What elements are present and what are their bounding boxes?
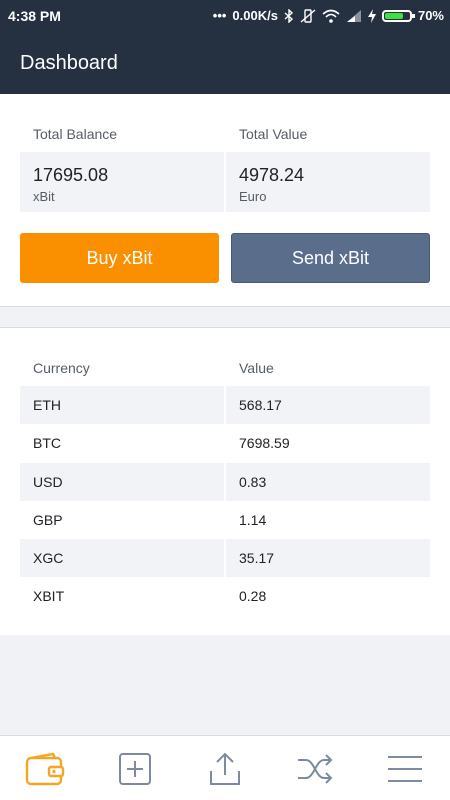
value-cell: 35.17	[226, 539, 430, 577]
app-bar: Dashboard	[0, 34, 450, 94]
currency-cell: ETH	[20, 386, 224, 424]
wallet-icon	[25, 752, 65, 785]
status-bar: 4:38 PM ••• 0.00K/s 70%	[0, 0, 450, 34]
charging-icon	[367, 8, 376, 23]
menu-icon	[388, 755, 422, 782]
nav-exchange[interactable]	[270, 736, 360, 800]
table-row: XGC 35.17	[20, 539, 430, 577]
currency-header: Currency	[33, 360, 90, 376]
currency-cell: GBP	[33, 512, 63, 528]
value-box: 4978.24 Euro	[226, 152, 430, 212]
page-title: Dashboard	[20, 52, 118, 74]
value-header: Value	[239, 360, 274, 376]
upload-icon	[210, 752, 240, 785]
table-row: GBP 1.14	[20, 501, 430, 539]
value-cell: 1.14	[239, 512, 267, 528]
bottom-nav	[0, 735, 450, 800]
nav-menu[interactable]	[360, 736, 450, 800]
currency-cell: USD	[20, 463, 224, 501]
balance-unit: xBit	[33, 189, 55, 204]
value-cell: 7698.59	[239, 435, 290, 451]
value-cell: 0.28	[239, 588, 267, 604]
vibrate-off-icon	[300, 8, 316, 23]
currency-cell: XGC	[20, 539, 224, 577]
status-time: 4:38 PM	[8, 8, 61, 24]
buy-xbit-button[interactable]: Buy xBit	[20, 233, 219, 283]
signal-icon	[346, 9, 361, 22]
send-xbit-button[interactable]: Send xBit	[231, 233, 430, 283]
rates-card: Currency Value ETH 568.17 BTC 7698.59 US…	[0, 327, 450, 635]
currency-cell: XBIT	[33, 588, 65, 604]
value-amount: 4978.24	[239, 165, 305, 185]
total-value-label: Total Value	[239, 126, 308, 142]
network-speed: 0.00K/s	[232, 8, 278, 23]
value-cell: 568.17	[226, 386, 430, 424]
value-unit: Euro	[239, 189, 267, 204]
wifi-icon	[322, 9, 340, 23]
battery-percent: 70%	[417, 8, 444, 23]
balance-box: 17695.08 xBit	[20, 152, 224, 212]
table-row: XBIT 0.28	[20, 577, 430, 615]
bluetooth-icon	[284, 8, 293, 23]
nav-add[interactable]	[90, 736, 180, 800]
nav-upload[interactable]	[180, 736, 270, 800]
value-cell: 0.83	[226, 463, 430, 501]
table-row: BTC 7698.59	[20, 424, 430, 462]
nav-wallet[interactable]	[0, 736, 90, 800]
balance-amount: 17695.08	[33, 165, 109, 185]
table-row: USD 0.83	[20, 463, 430, 501]
currency-cell: BTC	[33, 435, 61, 451]
table-row: ETH 568.17	[20, 386, 430, 424]
battery-icon	[381, 9, 415, 22]
add-square-icon	[119, 752, 151, 785]
status-icons: ••• 0.00K/s 70%	[213, 8, 444, 23]
shuffle-icon	[298, 753, 333, 784]
more-dots-icon: •••	[212, 8, 227, 23]
total-balance-label: Total Balance	[33, 126, 118, 142]
